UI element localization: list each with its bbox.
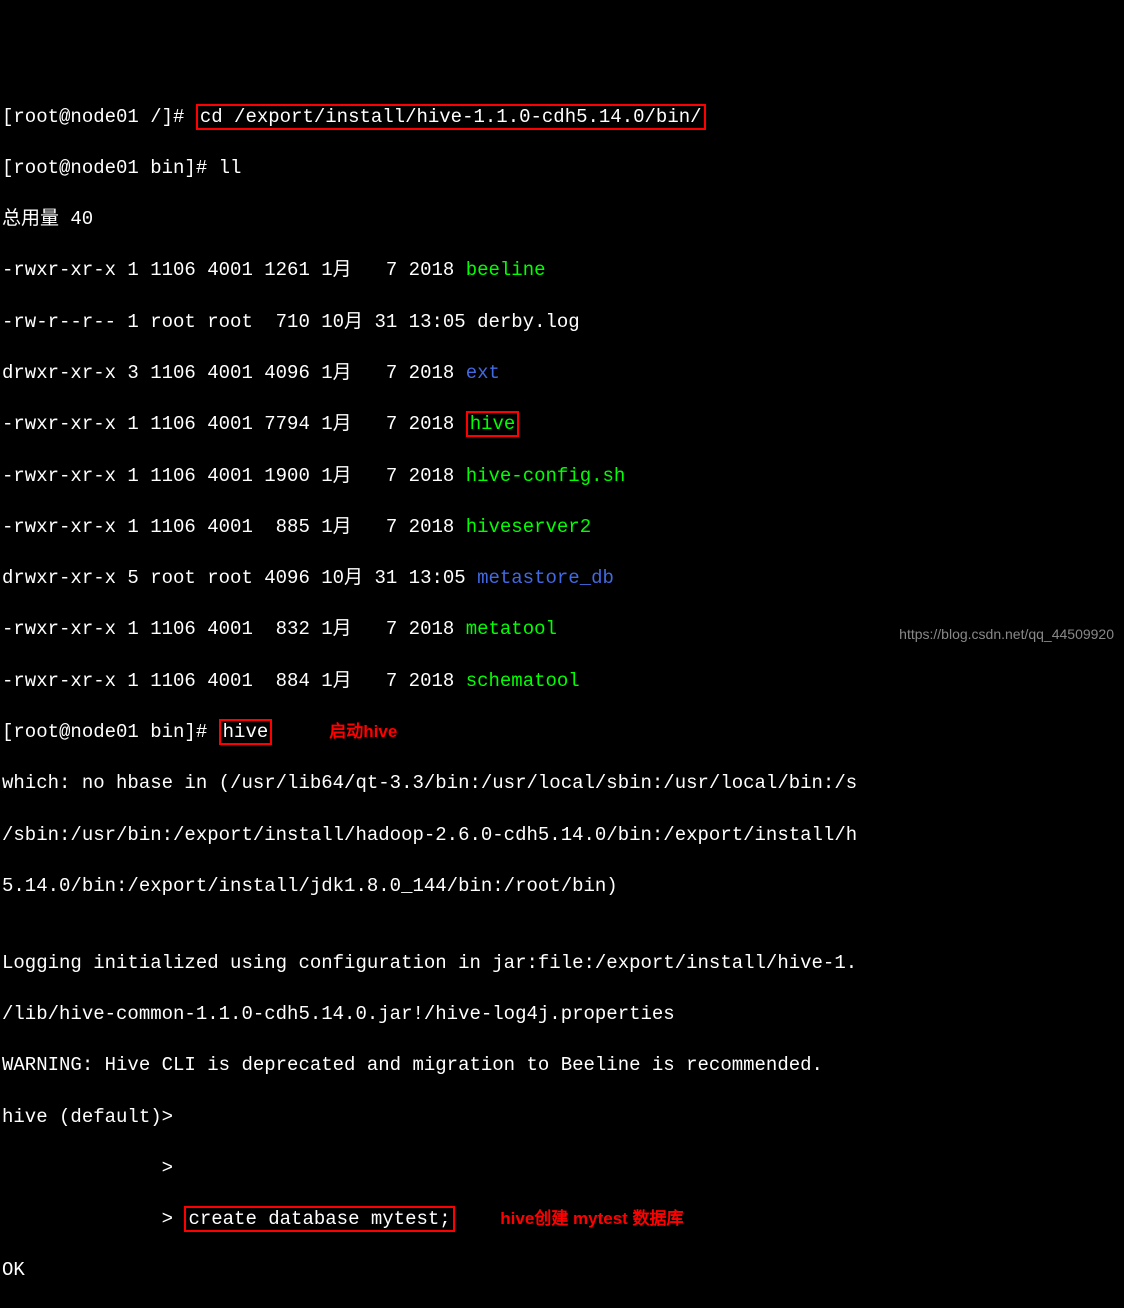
file-perms: -rwxr-xr-x 1 1106 4001 832 1月 7 2018 [2,618,466,640]
prompt: [root@node01 /]# [2,106,196,128]
hive-create-db-line: > create database mytest; hive创建 mytest … [2,1207,1122,1233]
prompt: [root@node01 bin]# [2,157,219,179]
logging-output-1: Logging initialized using configuration … [2,951,1122,977]
file-name: derby.log [477,311,580,333]
hive-command-highlight: hive [219,719,273,745]
file-perms: drwxr-xr-x 5 root root 4096 10月 31 13:05 [2,567,477,589]
prompt: [root@node01 bin]# [2,721,219,743]
file-row: drwxr-xr-x 5 root root 4096 10月 31 13:05… [2,566,1122,592]
file-row: -rwxr-xr-x 1 1106 4001 884 1月 7 2018 sch… [2,669,1122,695]
file-name: metatool [466,618,557,640]
file-name: beeline [466,259,546,281]
ll-command: ll [219,157,242,179]
file-perms: -rwxr-xr-x 1 1106 4001 885 1月 7 2018 [2,516,466,538]
create-db-command: create database mytest; [188,1208,450,1230]
file-perms: drwxr-xr-x 3 1106 4001 4096 1月 7 2018 [2,362,466,384]
file-name: ext [466,362,500,384]
terminal-line-1: [root@node01 /]# cd /export/install/hive… [2,105,1122,131]
file-row: -rwxr-xr-x 1 1106 4001 1900 1月 7 2018 hi… [2,464,1122,490]
start-hive-annotation: 启动hive [329,722,397,741]
file-name: hive [470,413,516,435]
which-output-1: which: no hbase in (/usr/lib64/qt-3.3/bi… [2,771,1122,797]
create-database-highlight: create database mytest; [184,1206,454,1232]
file-name: metastore_db [477,567,614,589]
cd-command-text: cd /export/install/hive-1.1.0-cdh5.14.0/… [200,106,702,128]
file-row: -rwxr-xr-x 1 1106 4001 885 1月 7 2018 hiv… [2,515,1122,541]
file-row: -rw-r--r-- 1 root root 710 10月 31 13:05 … [2,310,1122,336]
hive-continuation-prompt: > [2,1208,184,1230]
terminal-line-2: [root@node01 bin]# ll [2,156,1122,182]
which-output-3: 5.14.0/bin:/export/install/jdk1.8.0_144/… [2,874,1122,900]
cd-command-highlight: cd /export/install/hive-1.1.0-cdh5.14.0/… [196,104,706,130]
file-row: -rwxr-xr-x 1 1106 4001 1261 1月 7 2018 be… [2,258,1122,284]
file-perms: -rwxr-xr-x 1 1106 4001 1261 1月 7 2018 [2,259,466,281]
csdn-watermark: https://blog.csdn.net/qq_44509920 [899,625,1114,644]
which-output-2: /sbin:/usr/bin:/export/install/hadoop-2.… [2,823,1122,849]
file-name: hive-config.sh [466,465,626,487]
hive-prompt-line: hive (default)> [2,1105,1122,1131]
file-perms: -rw-r--r-- 1 root root 710 10月 31 13:05 [2,311,477,333]
logging-output-2: /lib/hive-common-1.1.0-cdh5.14.0.jar!/hi… [2,1002,1122,1028]
file-row: -rwxr-xr-x 1 1106 4001 7794 1月 7 2018 hi… [2,412,1122,438]
file-name: hiveserver2 [466,516,591,538]
hive-file-highlight: hive [466,411,520,437]
file-perms: -rwxr-xr-x 1 1106 4001 884 1月 7 2018 [2,670,466,692]
file-row: drwxr-xr-x 3 1106 4001 4096 1月 7 2018 ex… [2,361,1122,387]
create-db-annotation: hive创建 mytest 数据库 [500,1209,683,1228]
hive-command-line: [root@node01 bin]# hive 启动hive [2,720,1122,746]
file-perms: -rwxr-xr-x 1 1106 4001 7794 1月 7 2018 [2,413,466,435]
warning-output: WARNING: Hive CLI is deprecated and migr… [2,1053,1122,1079]
file-name: schematool [466,670,580,692]
hive-continuation-line: > [2,1156,1122,1182]
hive-command-text: hive [223,721,269,743]
total-line: 总用量 40 [2,207,1122,233]
ok-output: OK [2,1258,1122,1284]
file-perms: -rwxr-xr-x 1 1106 4001 1900 1月 7 2018 [2,465,466,487]
